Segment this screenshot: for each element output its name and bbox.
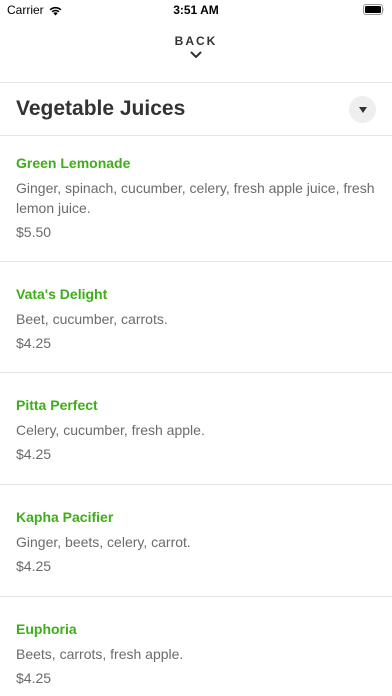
item-name: Pitta Perfect (16, 397, 98, 413)
battery-icon (363, 4, 385, 15)
item-name: Kapha Pacifier (16, 509, 114, 525)
menu-item-green-lemonade[interactable]: Green Lemonade Ginger, spinach, cucumber… (0, 136, 392, 261)
back-button[interactable]: BACK (0, 34, 392, 70)
item-price: $4.25 (16, 670, 52, 686)
item-price: $4.25 (16, 446, 52, 462)
item-price: $4.25 (16, 558, 52, 574)
item-name: Green Lemonade (16, 155, 131, 171)
item-description: Beet, cucumber, carrots. (16, 311, 168, 327)
menu-item-pitta-perfect[interactable]: Pitta Perfect Celery, cucumber, fresh ap… (0, 373, 392, 484)
item-name: Vata's Delight (16, 286, 108, 302)
chevron-down-icon (190, 51, 202, 58)
item-description: Ginger, spinach, cucumber, celery, fresh… (16, 180, 375, 216)
dropdown-caret-icon (358, 106, 367, 113)
menu-item-euphoria[interactable]: Euphoria Beets, carrots, fresh apple. $4… (0, 597, 392, 696)
item-price: $4.25 (16, 335, 52, 351)
item-name: Euphoria (16, 621, 77, 637)
item-price: $5.50 (16, 224, 52, 240)
menu-item-vatas-delight[interactable]: Vata's Delight Beet, cucumber, carrots. … (0, 262, 392, 372)
item-description: Ginger, beets, celery, carrot. (16, 534, 191, 550)
page-title: Vegetable Juices (16, 97, 186, 120)
menu-item-kapha-pacifier[interactable]: Kapha Pacifier Ginger, beets, celery, ca… (0, 485, 392, 596)
item-description: Celery, cucumber, fresh apple. (16, 422, 205, 438)
item-description: Beets, carrots, fresh apple. (16, 646, 184, 662)
status-bar: Carrier 3:51 AM (0, 0, 392, 22)
back-label: BACK (174, 34, 218, 48)
category-dropdown-button[interactable] (349, 96, 376, 123)
category-header: Vegetable Juices (0, 83, 392, 135)
status-time: 3:51 AM (173, 3, 219, 17)
